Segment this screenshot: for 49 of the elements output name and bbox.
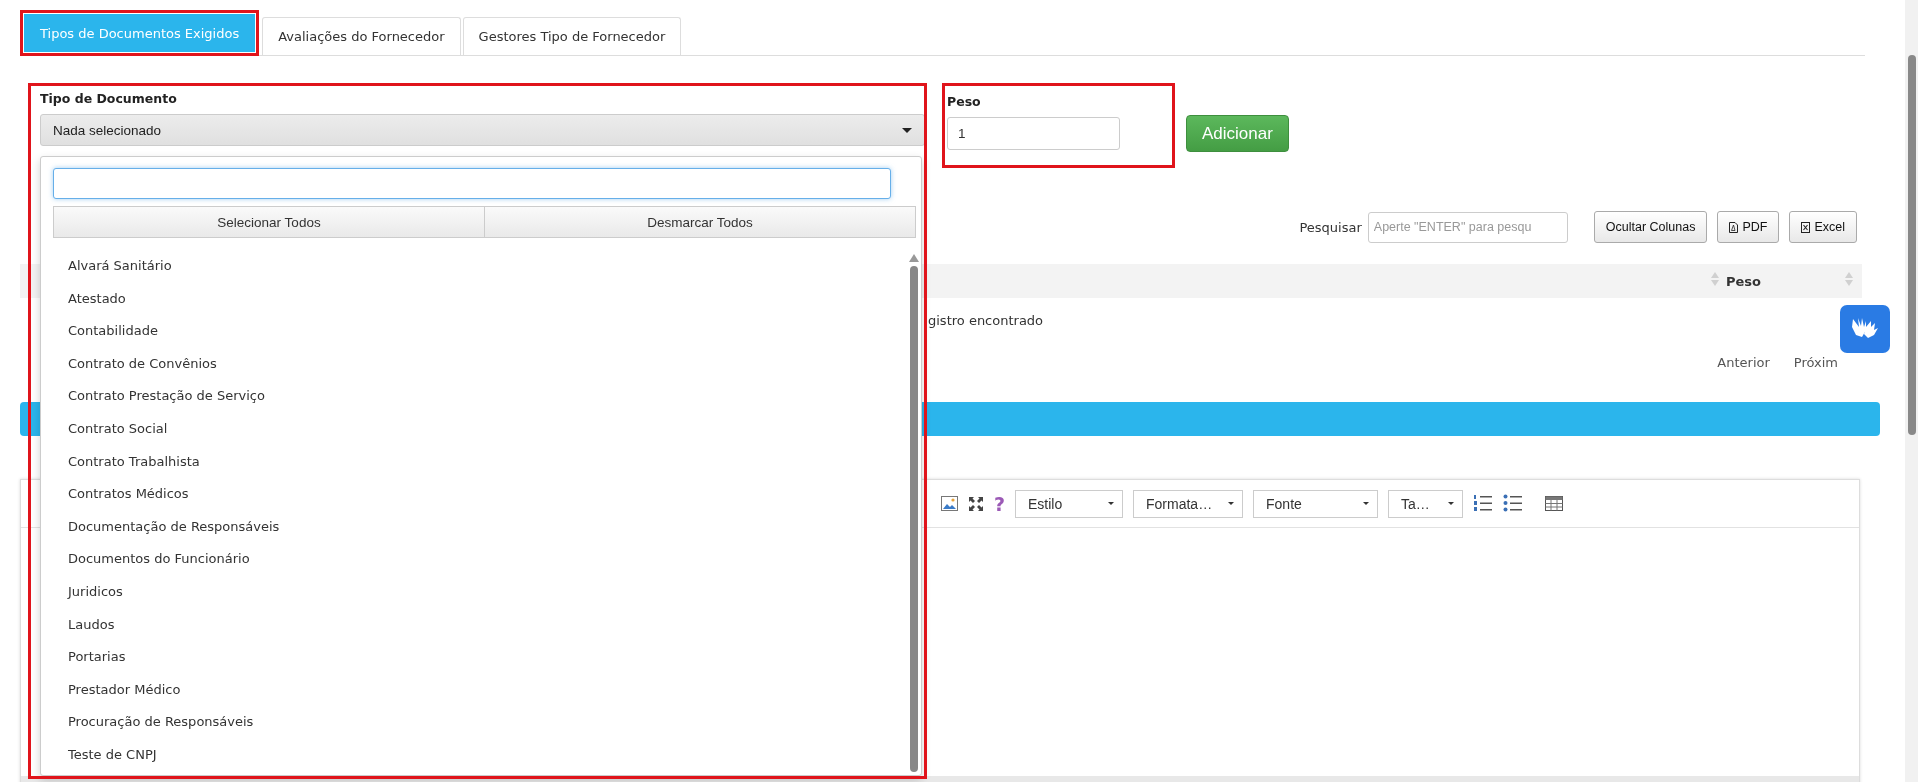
dropdown-option[interactable]: Documentação de Responsáveis (53, 510, 280, 544)
search-label: Pesquisar (1299, 219, 1362, 235)
dropdown-option[interactable]: Procuração de Responsáveis (53, 706, 254, 739)
field-label: Tipo de Documento (40, 91, 178, 108)
dropdown-option[interactable]: Juridicos (53, 575, 123, 609)
pdf-button[interactable]: PDF (1717, 211, 1780, 243)
image-icon[interactable] (941, 496, 958, 511)
dropdown-option[interactable]: Contrato Prestação de Serviço (53, 380, 265, 413)
pagination-link[interactable]: Próxim (1793, 355, 1838, 375)
dropdown-option[interactable]: Teste de CNPJ (53, 738, 157, 772)
pdf-icon (1729, 221, 1739, 233)
dropdown-option[interactable]: Contrato de Convênios (53, 347, 217, 381)
dropdown-option[interactable]: Portarias (53, 641, 126, 674)
spreadsheet-icon (1801, 221, 1811, 233)
editor-dropdown[interactable]: Estilo (1015, 489, 1124, 518)
excel-button[interactable]: Excel (1789, 211, 1857, 243)
dropdown-option[interactable]: Laudos (53, 608, 115, 642)
caret-icon (902, 127, 912, 133)
tab[interactable]: Gestores Tipo de Fornecedor (462, 17, 682, 55)
numbered-list-icon[interactable] (1473, 494, 1494, 513)
search-field[interactable]: Aperte "ENTER" para pesqu (1367, 211, 1568, 243)
search-field[interactable] (53, 168, 891, 199)
tab[interactable]: Avaliações do Fornecedor (262, 17, 461, 55)
select-all-button[interactable]: Selecionar Todos (53, 206, 485, 238)
editor-dropdown[interactable]: Fonte (1253, 489, 1379, 518)
dropdown-option[interactable]: Alvará Sanitário (53, 250, 172, 283)
field-label: Peso (947, 94, 982, 111)
dropdown-option[interactable]: Atestado (53, 282, 126, 316)
pagination-link[interactable]: Anterior (1717, 355, 1770, 375)
page-scrollbar[interactable] (1908, 55, 1916, 435)
dropdown-option[interactable]: Contratos Médicos (53, 478, 189, 511)
editor-dropdown[interactable]: Ta… (1388, 489, 1464, 518)
empty-message: gistro encontrado (928, 313, 1044, 328)
help-icon[interactable]: ? (994, 492, 1006, 515)
dropdown-option[interactable]: Documentos do Funcionário (53, 543, 250, 576)
dropdown-option[interactable]: Contabilidade (53, 315, 158, 348)
fullscreen-icon[interactable] (968, 495, 984, 512)
accessibility-button[interactable] (1840, 305, 1890, 353)
deselect-all-button[interactable]: Desmarcar Todos (485, 206, 916, 238)
dropdown-option[interactable]: Contrato Trabalhista (53, 445, 200, 479)
editor-dropdown[interactable]: Formata… (1133, 489, 1244, 518)
table-icon[interactable] (1545, 496, 1564, 511)
dropdown-option[interactable]: Prestador Médico (53, 673, 181, 707)
weight-field[interactable]: 1 (947, 117, 1120, 150)
dropdown-option[interactable]: Contrato Social (53, 412, 168, 446)
columns-button[interactable]: Ocultar Colunas (1593, 211, 1708, 243)
document-type-select[interactable]: Nada selecionado (40, 114, 925, 146)
bullet-list-icon[interactable] (1503, 494, 1524, 513)
column-header[interactable]: Peso (1720, 273, 1761, 289)
